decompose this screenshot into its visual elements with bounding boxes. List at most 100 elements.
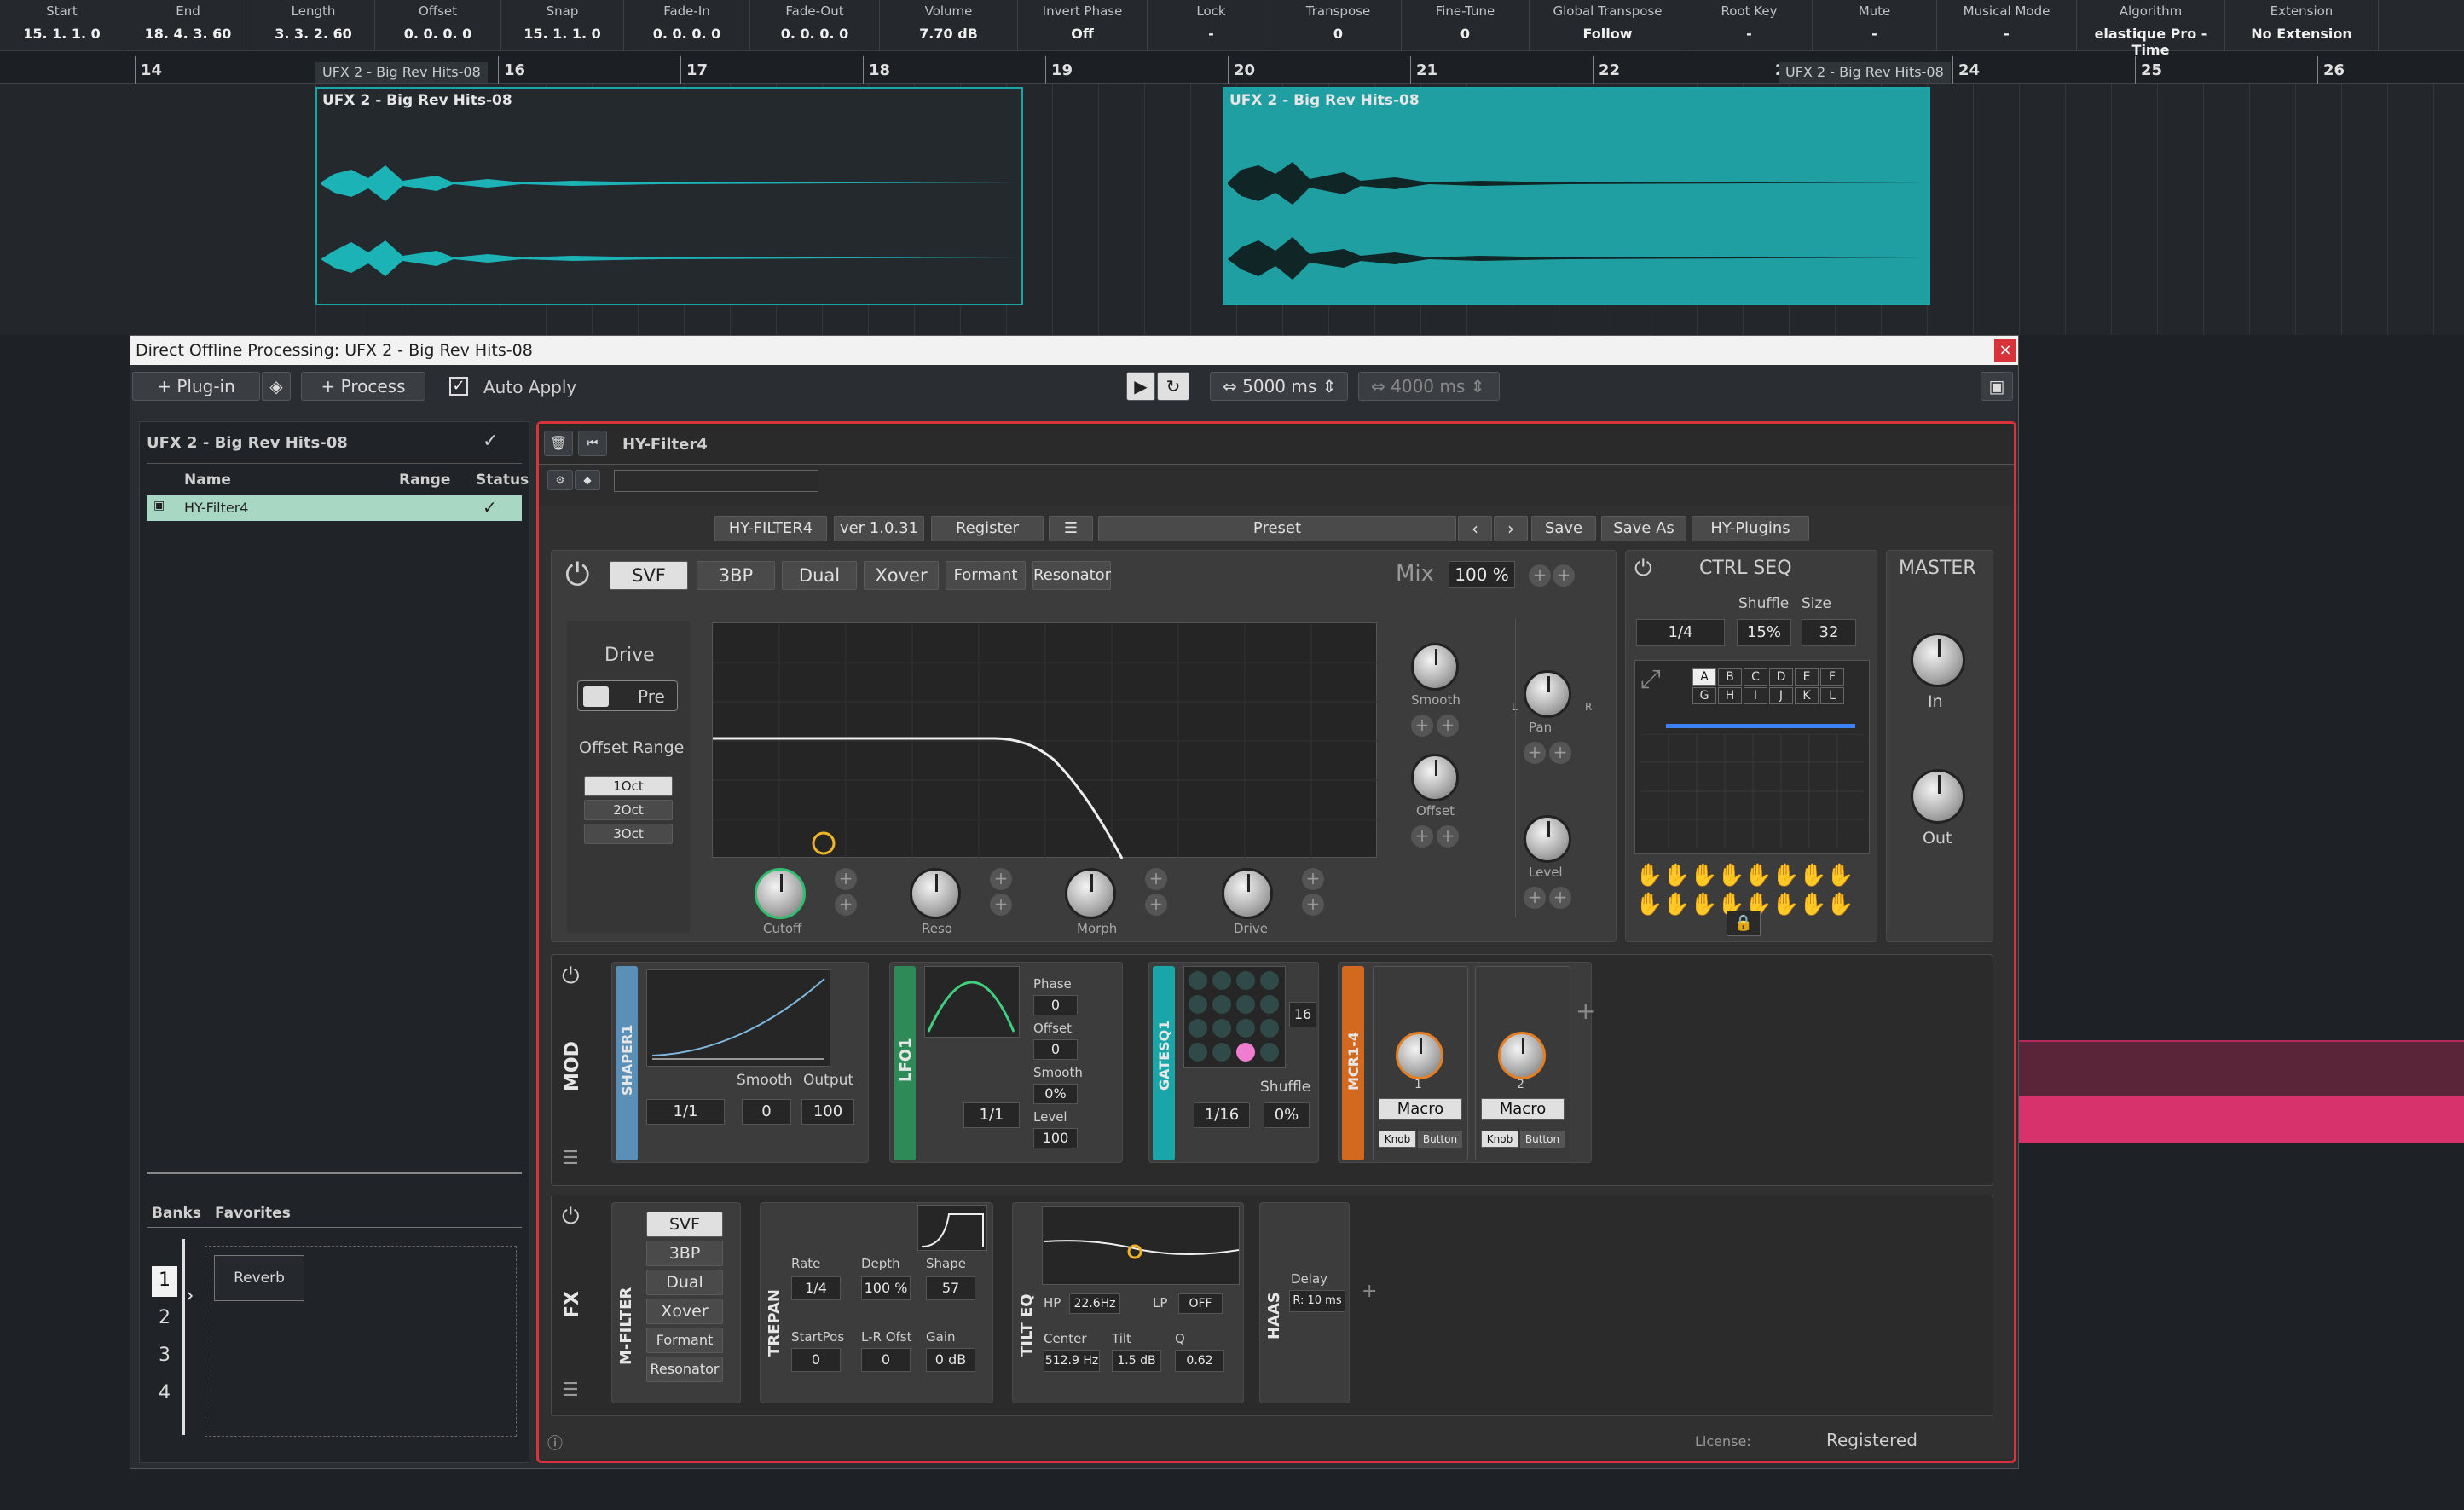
bank-2[interactable]: 2: [152, 1304, 177, 1334]
hand-icon[interactable]: ✋: [1717, 863, 1744, 888]
info-cell-14[interactable]: Mute -: [1813, 0, 1937, 51]
reso-mod-plus-icon[interactable]: +: [990, 868, 1012, 890]
bank-4[interactable]: 4: [152, 1379, 177, 1409]
info-cell-12[interactable]: Global Transpose Follow: [1530, 0, 1686, 51]
hp-value[interactable]: 22.6Hz: [1069, 1293, 1120, 1314]
info-value[interactable]: 0. 0. 0. 0: [375, 26, 500, 42]
info-value[interactable]: 18. 4. 3. 60: [124, 26, 252, 42]
info-cell-2[interactable]: Length 3. 3. 2. 60: [252, 0, 375, 51]
reso-knob[interactable]: [910, 868, 961, 919]
trepan-shape[interactable]: [917, 1205, 987, 1251]
lfo-shape[interactable]: [924, 966, 1020, 1038]
step-letter-k[interactable]: K: [1795, 687, 1819, 704]
filter-type-svf[interactable]: SVF: [610, 561, 688, 590]
info-value[interactable]: -: [1686, 26, 1812, 42]
info-cell-9[interactable]: Lock -: [1148, 0, 1275, 51]
delay-value[interactable]: R: 10 ms: [1289, 1290, 1345, 1312]
power-icon[interactable]: ⏻: [565, 558, 589, 593]
step-letter-g[interactable]: G: [1692, 687, 1716, 704]
center-value[interactable]: 512.9 Hz: [1044, 1350, 1100, 1372]
step-letter-j[interactable]: J: [1769, 687, 1793, 704]
loop-icon[interactable]: ↻: [1157, 372, 1189, 401]
mfilter-type-xover[interactable]: Xover: [646, 1299, 723, 1324]
plus-icon[interactable]: +: [1437, 715, 1459, 737]
cutoff-knob[interactable]: [755, 868, 806, 919]
info-value[interactable]: 0. 0. 0. 0: [750, 26, 879, 42]
lock-icon[interactable]: 🔒: [1727, 911, 1761, 936]
info-cell-6[interactable]: Fade-Out 0. 0. 0. 0: [750, 0, 880, 51]
hand-icon[interactable]: ✋: [1690, 863, 1717, 888]
knob-offset[interactable]: [1411, 754, 1459, 801]
trepan-startpos[interactable]: 0: [791, 1348, 841, 1372]
macro2-knob[interactable]: [1498, 1032, 1546, 1079]
play-icon[interactable]: ▶: [1126, 372, 1155, 401]
lp-value[interactable]: OFF: [1178, 1293, 1223, 1314]
shaper-output[interactable]: 100: [801, 1099, 854, 1125]
plus-icon[interactable]: +: [1549, 742, 1571, 764]
offset-range-3oct[interactable]: 3Oct: [584, 824, 673, 844]
plus-icon[interactable]: +: [1437, 825, 1459, 848]
macro1-knob[interactable]: [1396, 1032, 1443, 1079]
info-cell-13[interactable]: Root Key -: [1686, 0, 1813, 51]
mfilter-type-svf[interactable]: SVF: [646, 1212, 723, 1237]
plus-icon[interactable]: +: [1524, 887, 1546, 909]
link-icon[interactable]: ◆: [575, 470, 600, 490]
info-value[interactable]: Follow: [1530, 26, 1686, 42]
hand-icon[interactable]: ✋: [1635, 863, 1663, 888]
filter-graph[interactable]: [712, 622, 1378, 859]
filter-type-formant[interactable]: Formant: [946, 561, 1026, 590]
info-cell-8[interactable]: Invert Phase Off: [1018, 0, 1148, 51]
hand-icon[interactable]: ✋: [1772, 892, 1799, 917]
hand-icon[interactable]: ✋: [1826, 892, 1854, 917]
power-icon[interactable]: ⏻: [1634, 556, 1652, 582]
step-letter-c[interactable]: C: [1744, 668, 1767, 686]
mod-plus-icon[interactable]: +: [1529, 564, 1551, 587]
bank-3[interactable]: 3: [152, 1341, 177, 1372]
preset-name[interactable]: Preset: [1098, 516, 1456, 541]
shaper-smooth[interactable]: 0: [742, 1099, 791, 1125]
register-button[interactable]: Register: [931, 516, 1044, 541]
hand-icon[interactable]: ✋: [1663, 892, 1690, 917]
menu-icon[interactable]: ☰: [1049, 516, 1093, 541]
q-value[interactable]: 0.62: [1175, 1350, 1224, 1372]
plus-icon[interactable]: +: [1411, 715, 1433, 737]
brand-button[interactable]: HY-FILTER4: [714, 516, 827, 541]
trepan-shape-value[interactable]: 57: [926, 1276, 975, 1300]
out-knob[interactable]: [1911, 769, 1965, 824]
info-value[interactable]: 15. 1. 1. 0: [501, 26, 623, 42]
knob-level[interactable]: [1524, 815, 1571, 863]
info-value[interactable]: elastique Pro - Time: [2077, 26, 2224, 58]
mix-value[interactable]: 100 %: [1449, 561, 1515, 588]
lfo-rate[interactable]: 1/1: [963, 1102, 1020, 1128]
trepan-rate[interactable]: 1/4: [791, 1276, 841, 1300]
gate-grid[interactable]: [1183, 966, 1286, 1068]
morph-mod-plus-icon[interactable]: +: [1145, 894, 1167, 916]
macro1-label[interactable]: Macro: [1379, 1098, 1462, 1120]
ctrlseq-size[interactable]: 32: [1802, 619, 1856, 646]
prev-preset-icon[interactable]: ‹: [1458, 516, 1492, 541]
power-icon[interactable]: ⏻: [562, 963, 580, 990]
drive-mod-plus-icon[interactable]: +: [1302, 894, 1324, 916]
tab-favorites[interactable]: Favorites: [215, 1205, 291, 1222]
ctrlseq-shuffle[interactable]: 15%: [1737, 619, 1791, 646]
step-letter-e[interactable]: E: [1795, 668, 1819, 686]
info-value[interactable]: 0: [1402, 26, 1529, 42]
info-cell-17[interactable]: Extension No Extension: [2225, 0, 2379, 51]
pre-toggle[interactable]: Pre: [577, 680, 678, 711]
menu-icon[interactable]: ☰: [562, 1380, 579, 1401]
preset-selector[interactable]: [614, 470, 818, 492]
step-letter-d[interactable]: D: [1769, 668, 1793, 686]
macro2-button-mode[interactable]: Button: [1520, 1131, 1565, 1148]
info-value[interactable]: 0. 0. 0. 0: [624, 26, 749, 42]
lfo-offset[interactable]: 0: [1033, 1039, 1078, 1060]
info-cell-0[interactable]: Start 15. 1. 1. 0: [0, 0, 124, 51]
add-macro-icon[interactable]: +: [1576, 997, 1595, 1025]
audio-event-2-selected[interactable]: UFX 2 - Big Rev Hits-08: [1223, 87, 1930, 305]
plus-icon[interactable]: +: [1411, 825, 1433, 848]
info-value[interactable]: 15. 1. 1. 0: [0, 26, 124, 42]
lfo-smooth[interactable]: 0%: [1033, 1084, 1078, 1104]
offset-range-1oct[interactable]: 1Oct: [584, 776, 673, 796]
plugin-row[interactable]: ▣ HY-Filter4 ✓: [147, 495, 522, 521]
knob-pan[interactable]: [1524, 670, 1571, 718]
info-value[interactable]: -: [1813, 26, 1936, 42]
